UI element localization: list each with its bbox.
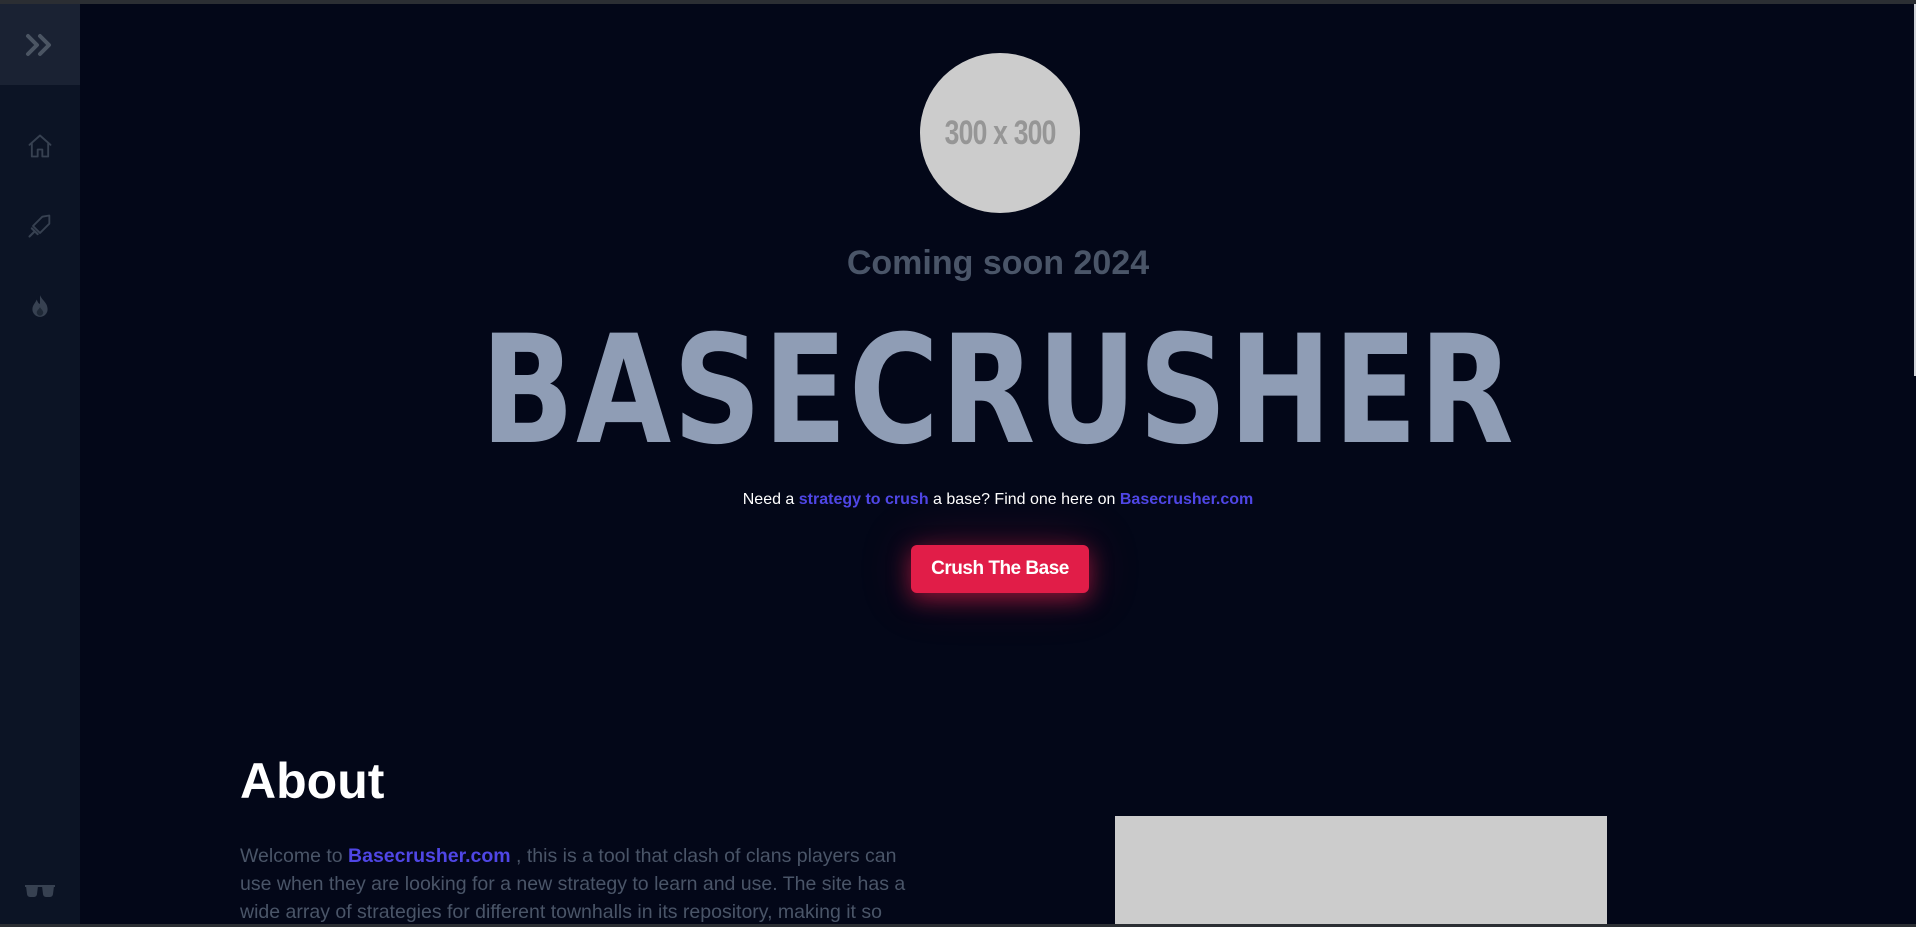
home-icon	[28, 134, 52, 158]
sidebar-toggle-button[interactable]	[0, 4, 80, 85]
tagline-accent-strategy: strategy to crush	[798, 491, 929, 508]
flame-icon	[32, 295, 48, 317]
sidebar-item-home[interactable]	[0, 118, 80, 174]
about-text: Welcome to Basecrusher.com , this is a t…	[240, 842, 920, 926]
about-image-placeholder	[1115, 816, 1607, 927]
sidebar-item-strategies[interactable]	[0, 198, 80, 254]
about-site-link[interactable]: Basecrusher.com	[348, 845, 511, 867]
tagline: Need a strategy to crush a base? Find on…	[80, 491, 1916, 509]
avatar-placeholder: 300 x 300	[920, 53, 1080, 213]
double-chevron-right-icon	[26, 33, 51, 56]
tagline-site-link[interactable]: Basecrusher.com	[1120, 491, 1253, 508]
crush-the-base-button[interactable]: Crush The Base	[911, 545, 1089, 593]
coming-soon-heading: Coming soon 2024	[846, 244, 1150, 282]
glasses-icon	[25, 885, 55, 897]
app-frame: 300 x 300 Coming soon 2024 BASECRUSHER N…	[0, 0, 1916, 927]
tagline-pre: Need a	[742, 491, 795, 508]
tagline-mid: a base? Find one here on	[933, 491, 1116, 508]
sword-icon	[28, 214, 51, 238]
about-text-pre: Welcome to	[240, 845, 343, 867]
brand-title: BASECRUSHER	[480, 304, 1516, 478]
sidebar-item-settings[interactable]	[0, 861, 80, 917]
avatar-placeholder-text: 300 x 300	[944, 113, 1057, 152]
about-title: About	[240, 753, 385, 809]
sidebar	[0, 4, 80, 927]
sidebar-item-trending[interactable]	[0, 278, 80, 334]
